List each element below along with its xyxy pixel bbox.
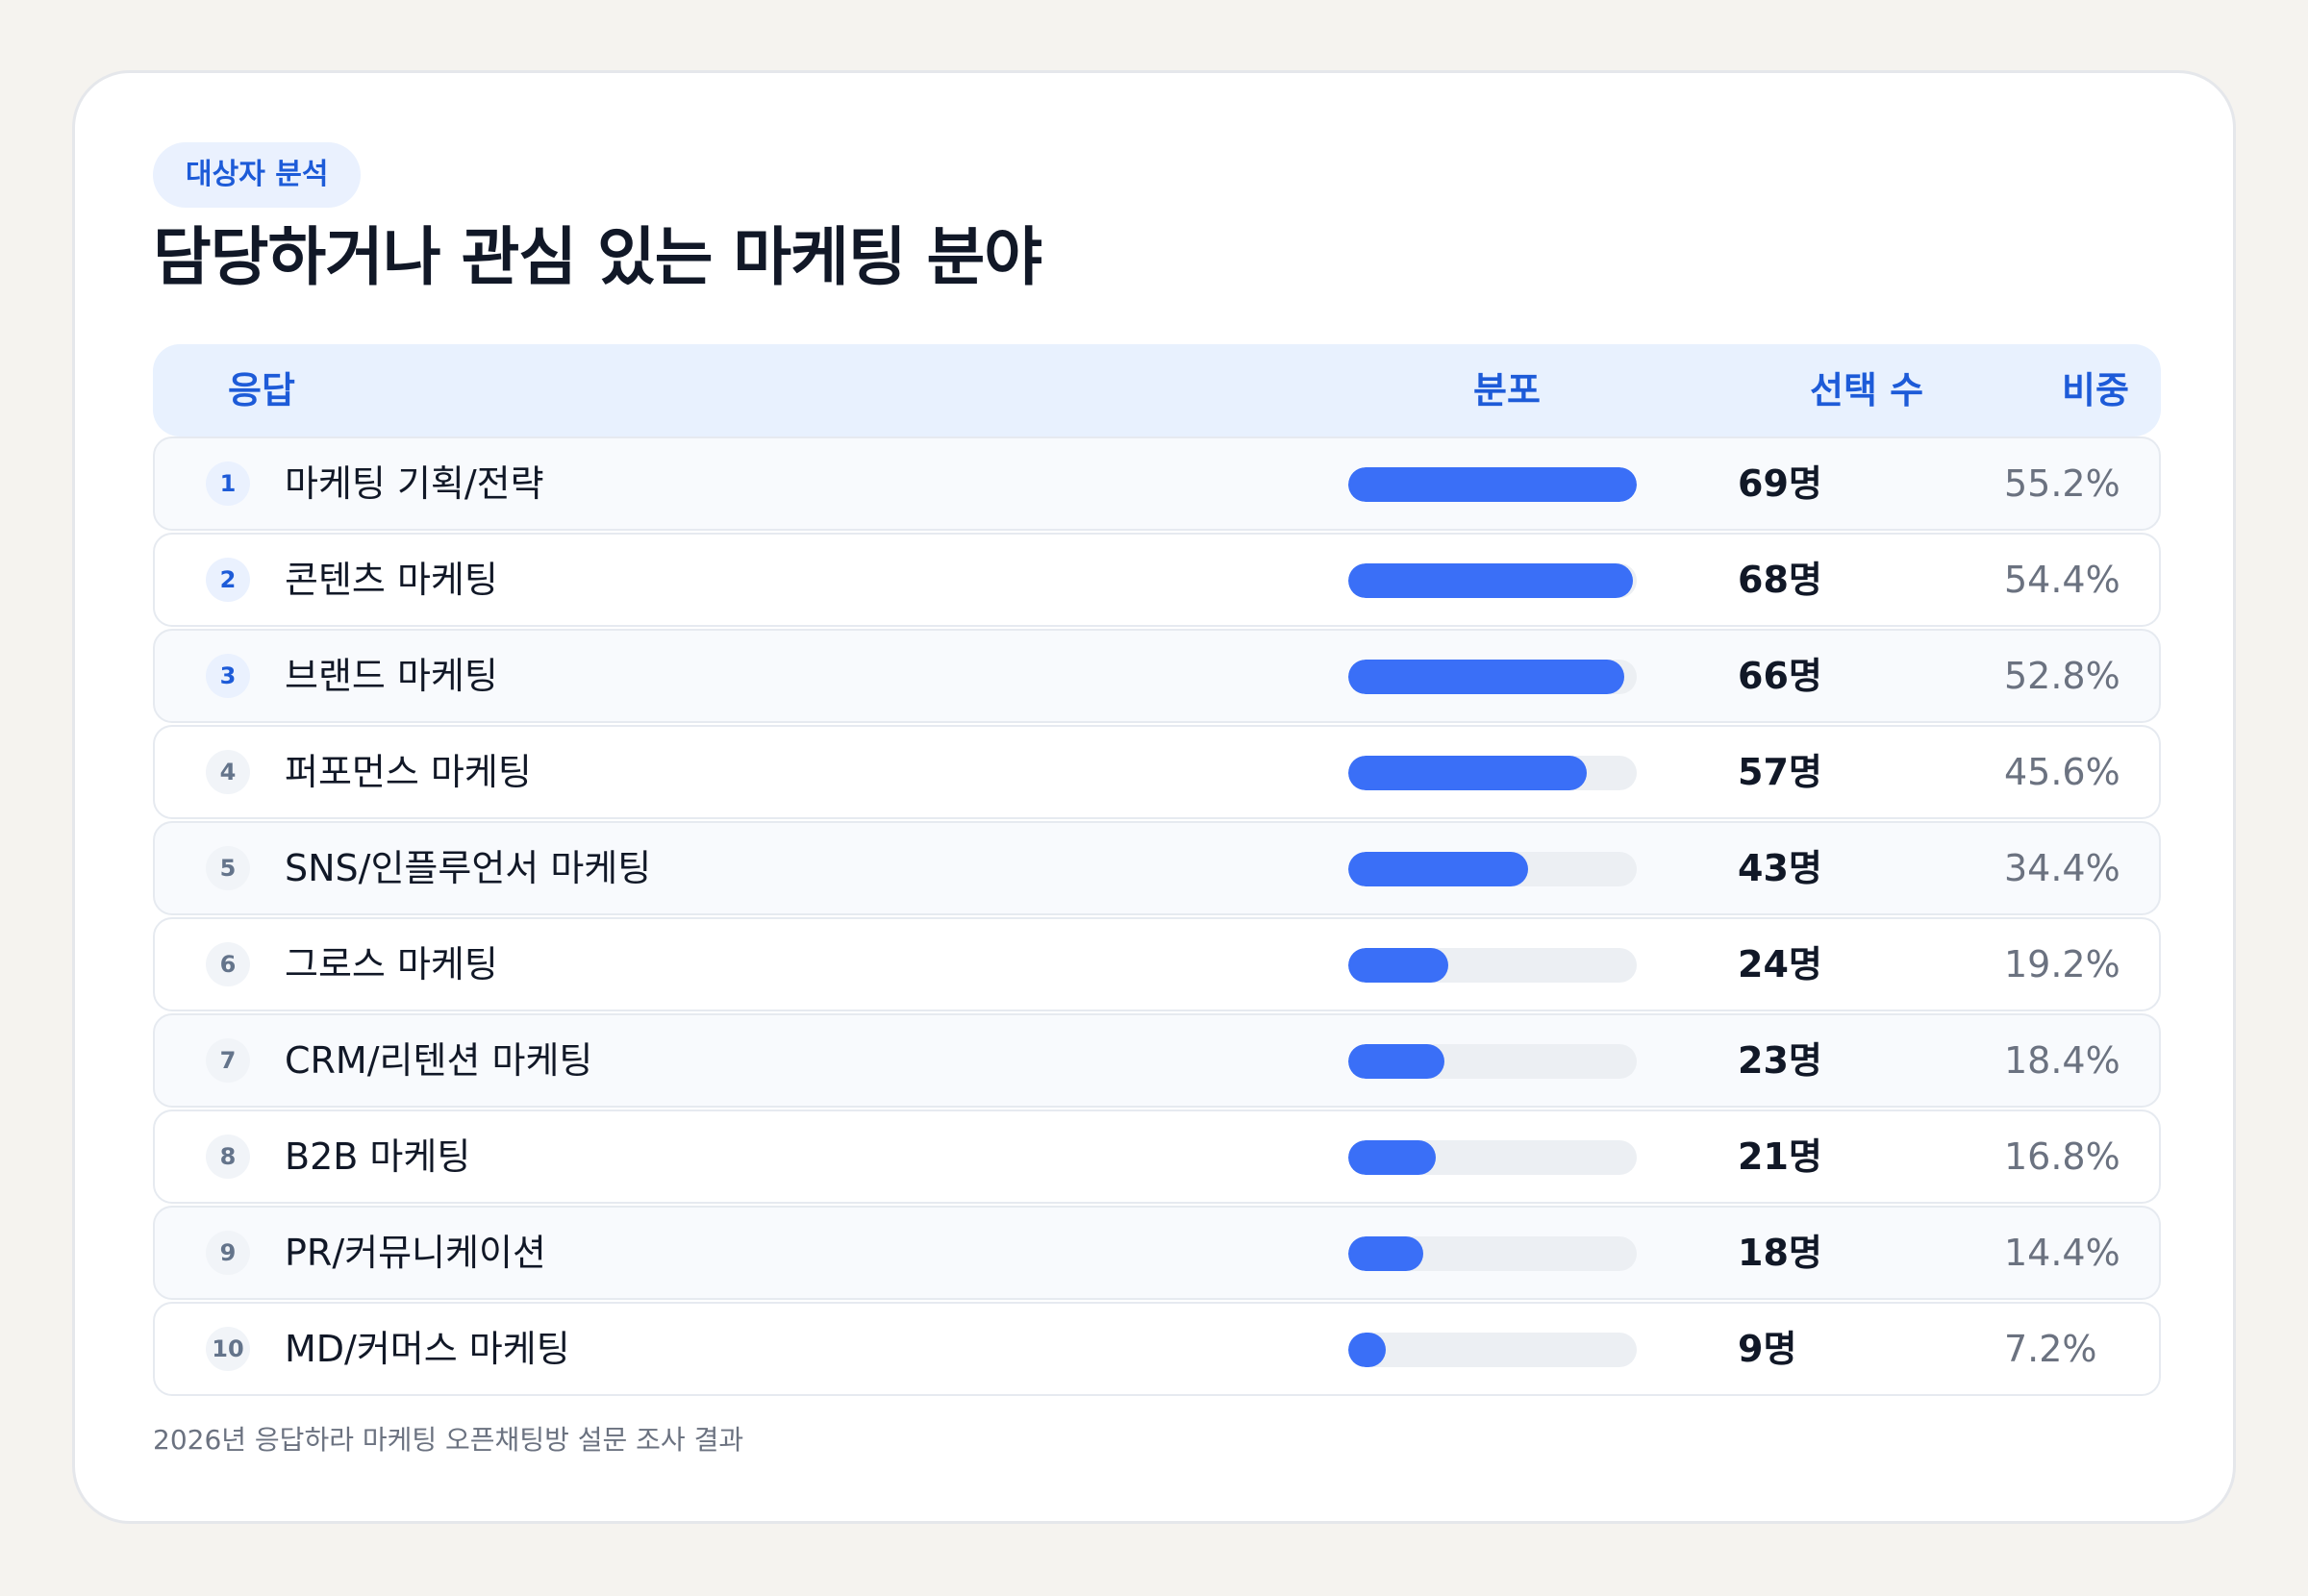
rank-badge: 5 [206, 846, 250, 890]
share-value: 34.4% [2004, 847, 2120, 889]
response-label: B2B 마케팅 [285, 1135, 471, 1178]
header-response: 응답 [228, 369, 295, 411]
bar-track [1348, 1333, 1637, 1367]
share-value: 19.2% [2004, 943, 2120, 985]
count-value: 21명 [1738, 1135, 1822, 1178]
bar-track [1348, 1140, 1637, 1175]
share-value: 55.2% [2004, 462, 2120, 505]
bar-fill [1348, 852, 1528, 886]
rank-badge: 2 [206, 558, 250, 602]
response-label: CRM/리텐션 마케팅 [285, 1039, 593, 1082]
table-row: 2 콘텐츠 마케팅 68명 54.4% [153, 533, 2161, 627]
header-share: 비중 [2062, 369, 2129, 411]
count-value: 18명 [1738, 1232, 1822, 1274]
bar-fill [1348, 756, 1587, 790]
rank-badge: 7 [206, 1038, 250, 1083]
count-value: 9명 [1738, 1328, 1797, 1370]
share-value: 45.6% [2004, 751, 2120, 793]
bar-track [1348, 467, 1637, 502]
count-value: 23명 [1738, 1039, 1822, 1082]
table-body: 1 마케팅 기획/전략 69명 55.2% 2 콘텐츠 마케팅 68명 54.4% 3 브랜드 마… [153, 436, 2161, 1398]
table-row: 7 CRM/리텐션 마케팅 23명 18.4% [153, 1013, 2161, 1108]
bar-track [1348, 852, 1637, 886]
response-label: PR/커뮤니케이션 [285, 1232, 546, 1274]
response-label: SNS/인플루언서 마케팅 [285, 847, 652, 889]
bar-fill [1348, 948, 1448, 983]
bar-track [1348, 563, 1637, 598]
table-row: 5 SNS/인플루언서 마케팅 43명 34.4% [153, 821, 2161, 915]
response-label: 그로스 마케팅 [285, 943, 498, 985]
table-row: 3 브랜드 마케팅 66명 52.8% [153, 629, 2161, 723]
share-value: 54.4% [2004, 559, 2120, 601]
share-value: 52.8% [2004, 655, 2120, 697]
header-count: 선택 수 [1810, 369, 1924, 411]
survey-card: 대상자 분석 담당하거나 관심 있는 마케팅 분야 응답 분포 선택 수 비중 … [72, 70, 2236, 1524]
table-row: 9 PR/커뮤니케이션 18명 14.4% [153, 1206, 2161, 1300]
share-value: 18.4% [2004, 1039, 2120, 1082]
bar-track [1348, 1236, 1637, 1271]
bar-fill [1348, 563, 1633, 598]
table-row: 8 B2B 마케팅 21명 16.8% [153, 1110, 2161, 1204]
bar-fill [1348, 1044, 1444, 1079]
rank-badge: 9 [206, 1231, 250, 1275]
count-value: 68명 [1738, 559, 1822, 601]
response-label: 퍼포먼스 마케팅 [285, 751, 532, 793]
share-value: 7.2% [2004, 1328, 2097, 1370]
bar-fill [1348, 660, 1624, 694]
bar-track [1348, 756, 1637, 790]
share-value: 16.8% [2004, 1135, 2120, 1178]
response-label: 콘텐츠 마케팅 [285, 559, 498, 601]
response-label: 브랜드 마케팅 [285, 655, 498, 697]
section-badge: 대상자 분석 [153, 142, 362, 208]
footnote: 2026년 응답하라 마케팅 오픈채팅방 설문 조사 결과 [153, 1424, 744, 1456]
count-value: 66명 [1738, 655, 1822, 697]
count-value: 57명 [1738, 751, 1822, 793]
table-row: 4 퍼포먼스 마케팅 57명 45.6% [153, 725, 2161, 819]
bar-fill [1348, 467, 1637, 502]
header-distribution: 분포 [1473, 369, 1541, 411]
bar-fill [1348, 1140, 1436, 1175]
count-value: 24명 [1738, 943, 1822, 985]
response-label: MD/커머스 마케팅 [285, 1328, 570, 1370]
rank-badge: 8 [206, 1135, 250, 1179]
table-row: 1 마케팅 기획/전략 69명 55.2% [153, 436, 2161, 531]
count-value: 69명 [1738, 462, 1822, 505]
bar-fill [1348, 1236, 1423, 1271]
bar-track [1348, 948, 1637, 983]
table-row: 6 그로스 마케팅 24명 19.2% [153, 917, 2161, 1011]
rank-badge: 4 [206, 750, 250, 794]
response-label: 마케팅 기획/전략 [285, 462, 544, 505]
rank-badge: 3 [206, 654, 250, 698]
bar-fill [1348, 1333, 1386, 1367]
page-title: 담당하거나 관심 있는 마케팅 분야 [153, 220, 1042, 294]
count-value: 43명 [1738, 847, 1822, 889]
bar-track [1348, 1044, 1637, 1079]
table-row: 10 MD/커머스 마케팅 9명 7.2% [153, 1302, 2161, 1396]
table-header: 응답 분포 선택 수 비중 [153, 344, 2161, 436]
bar-track [1348, 660, 1637, 694]
rank-badge: 6 [206, 942, 250, 986]
share-value: 14.4% [2004, 1232, 2120, 1274]
rank-badge: 1 [206, 461, 250, 506]
rank-badge: 10 [206, 1327, 250, 1371]
